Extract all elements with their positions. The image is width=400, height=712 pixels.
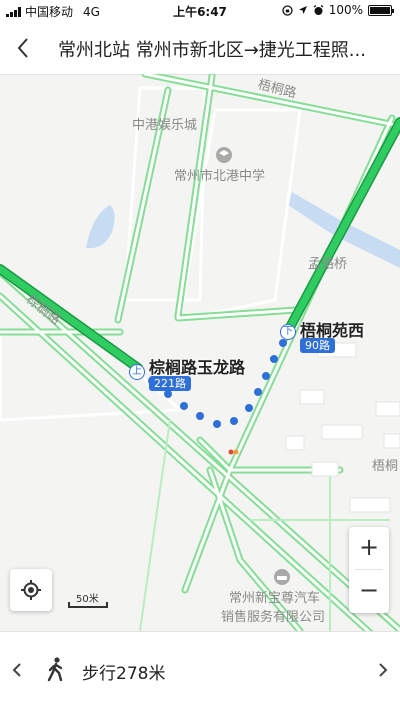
board-stop-marker[interactable]: 上 (129, 364, 145, 380)
zoom-in-button[interactable]: + (349, 527, 389, 569)
scale-bar (68, 602, 108, 608)
map-label-school: 常州市北港中学 (174, 169, 266, 184)
status-bar: 中国移动 4G 上午6:47 100% (0, 0, 400, 22)
chevron-right-icon (379, 663, 388, 677)
step-description: 步行278米 (82, 664, 166, 684)
traffic-light-icon (228, 449, 234, 455)
car-dealer-icon (274, 569, 290, 585)
building (349, 497, 391, 513)
alight-route-badge: 90路 (300, 338, 335, 353)
header-bar: 常州北站 常州市新北区→捷光工程照... (0, 22, 400, 75)
location-arrow-icon (298, 6, 307, 14)
battery-percent: 100% (328, 3, 363, 17)
map-label-bridge: 孟骆桥 (308, 257, 348, 272)
building (375, 401, 400, 417)
route-title: 常州北站 常州市新北区→捷光工程照... (58, 40, 366, 61)
map-label-dealer-2: 销售服务有限公司 (221, 610, 326, 625)
road (139, 419, 171, 631)
map-label-entertainment: 中港娱乐城 (132, 118, 198, 133)
chevron-left-icon (12, 663, 21, 677)
building (383, 433, 400, 449)
chevron-left-icon (17, 38, 28, 58)
status-right: 100% (282, 3, 394, 17)
building (311, 461, 339, 477)
rotation-lock-icon (282, 4, 293, 16)
walk-dot (213, 420, 221, 428)
previous-step-button[interactable] (6, 656, 28, 684)
next-step-button[interactable] (372, 656, 394, 684)
building (321, 424, 363, 440)
building (299, 389, 325, 405)
walk-dot (279, 339, 287, 347)
zoom-out-button[interactable]: − (349, 570, 389, 612)
map-label-area: 梧桐 (372, 459, 399, 474)
alarm-icon (313, 4, 324, 15)
back-button[interactable] (10, 34, 38, 62)
building (285, 435, 305, 451)
step-panel: 步行278米 (0, 631, 400, 712)
crosshair-icon (21, 580, 41, 600)
walk-dot (180, 402, 188, 410)
board-route-badge: 221路 (149, 376, 191, 391)
walk-dot (270, 355, 278, 363)
map-scale: 50米 (68, 590, 108, 612)
walk-dot (196, 412, 204, 420)
map-label-dealer-1: 常州新宝尊汽车 (229, 591, 321, 606)
board-stop-name[interactable]: 棕榈路玉龙路 (149, 354, 245, 378)
alight-stop-marker[interactable]: 下 (280, 324, 296, 340)
walk-dot (254, 388, 262, 396)
locate-button[interactable] (10, 569, 52, 611)
walk-dot (230, 417, 238, 425)
walk-icon (44, 656, 68, 684)
map-canvas (0, 74, 400, 631)
zoom-controls: + − (349, 527, 389, 613)
walk-dot (245, 404, 253, 412)
battery-icon (368, 4, 394, 16)
water-pond (86, 205, 115, 249)
map-view[interactable]: 中港娱乐城 常州市北港中学 梧桐路 孟骆桥 棕榈路 梧桐 常州新宝尊汽车 销售服… (0, 74, 400, 631)
map-block (178, 108, 302, 322)
school-icon (216, 147, 232, 163)
walk-dot (164, 390, 172, 398)
walk-dot (262, 372, 270, 380)
